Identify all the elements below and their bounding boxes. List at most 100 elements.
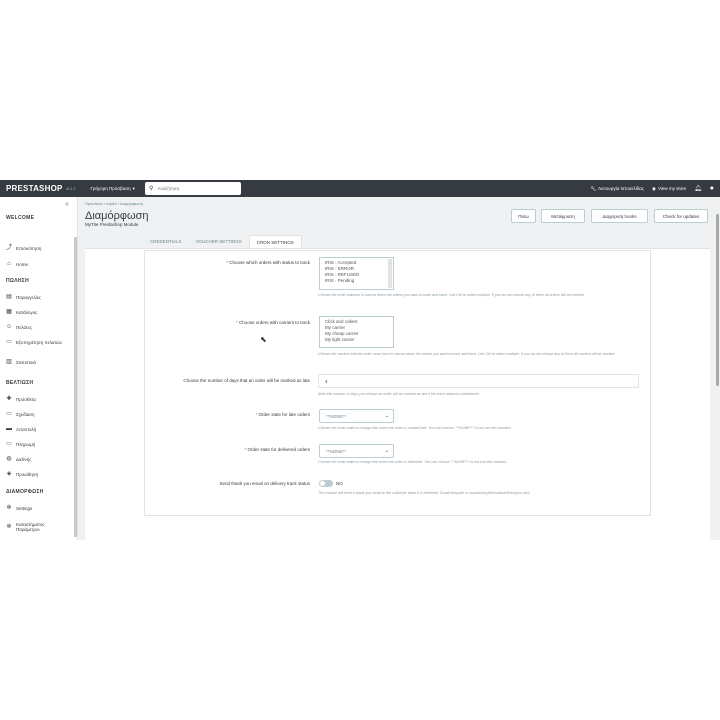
scrollbar-thumb[interactable] — [716, 214, 719, 386]
sidebar-item[interactable]: ▬ Αποστολή — [6, 426, 36, 432]
sidebar: « WELCOME ⤴ Επισκόπηση ⌂ Home ΠΩΛΗΣΗ ▤ Παραγγελ… — [0, 197, 78, 540]
page-subtitle: MyTite Prestashop Module — [85, 222, 139, 227]
delivered-state-value: **NONE** — [326, 448, 347, 454]
status-label: * Choose which orders with status to tra… — [226, 260, 310, 265]
sidebar-section-title: ΒΕΛΤΙΩΣΗ — [6, 380, 34, 386]
sidebar-item[interactable]: ◍ Διεθνής — [6, 456, 31, 462]
days-label: Choose the number of days that an order … — [183, 378, 310, 383]
trending-icon: ⤴ — [6, 244, 13, 251]
delivered-state-select[interactable]: **NONE** ⌄ — [319, 444, 394, 458]
sidebar-item-label: Αποστολή — [16, 426, 37, 432]
carriers-label: * Choose orders with carriers to track — [235, 320, 310, 325]
view-store-link[interactable]: ◉ View my store — [652, 186, 686, 192]
page-scrollbar[interactable] — [715, 197, 720, 540]
tab-credentials[interactable]: CREDENTIALS — [143, 235, 189, 248]
sidebar-item[interactable]: ✲ Settings — [6, 505, 32, 511]
carriers-multiselect[interactable]: Click and collect My carrier My cheap ca… — [319, 316, 394, 348]
sidebar-item[interactable]: ▦ Κατάλογος — [6, 309, 37, 315]
account-icon[interactable]: ● — [710, 185, 714, 192]
eye-icon: ◉ — [652, 185, 656, 191]
status-multiselect[interactable]: IRIS - Accepted IRIS - ERROR IRIS - REFU… — [319, 257, 394, 290]
late-state-help: Choose the order state to change into wh… — [318, 426, 512, 430]
breadcrumb[interactable]: Πρόσθετα / mytite / Διαμόρφωση — [85, 201, 143, 206]
late-state-label: * Order state for late orders — [255, 412, 310, 417]
status-help: Choose the order statuses to narrow down… — [318, 293, 585, 297]
quick-access-label: Γρήγορη Πρόσβαση — [90, 186, 131, 191]
quick-access-button[interactable]: Γρήγορη Πρόσβαση ▾ — [90, 186, 134, 192]
email-label: Send thank you email on delivery track s… — [219, 481, 310, 486]
tag-icon: ◈ — [6, 470, 12, 477]
manage-hooks-button[interactable]: Διαχείριση hooks — [591, 209, 648, 223]
catalog-icon: ▦ — [6, 308, 12, 315]
sidebar-item-label: Πρόσθετα — [16, 396, 36, 402]
app-frame: PRESTASHOP 8.1.7 Γρήγορη Πρόσβαση▾ ⚲ 🔧︎Λ… — [0, 180, 720, 540]
list-item[interactable]: My light carrier — [325, 337, 388, 343]
sidebar-scrollbar[interactable] — [74, 237, 77, 537]
late-state-select[interactable]: **NONE** ⌄ — [319, 409, 394, 423]
toggle-knob — [320, 481, 325, 486]
config-tabs: CREDENTIALS VOUCHER SETTINGS CRON SETTIN… — [143, 235, 302, 248]
home-icon: ⌂ — [7, 260, 11, 267]
stats-icon: ▥ — [6, 358, 12, 365]
sidebar-item-label: Settings — [16, 505, 33, 511]
top-bar: PRESTASHOP 8.1.7 Γρήγορη Πρόσβαση▾ ⚲ 🔧︎Λ… — [0, 180, 720, 197]
sidebar-item[interactable]: ⌂ Home — [6, 261, 28, 267]
days-help: After this number of days you choose an … — [318, 392, 480, 396]
sidebar-item-label: Home — [16, 261, 29, 267]
sidebar-item-label: Διεθνής — [16, 456, 32, 462]
sidebar-section-title: ΠΩΛΗΣΗ — [6, 278, 29, 284]
sidebar-item-label: Κατάλογος — [16, 309, 38, 315]
sidebar-item-label: Στατιστικά — [16, 359, 37, 365]
sidebar-item-label: Επισκόπηση — [16, 245, 42, 251]
email-help: The module will send a thank you email t… — [318, 491, 530, 495]
sidebar-item[interactable]: ▭ Εξυπηρέτηση πελατών — [6, 339, 62, 345]
sidebar-item[interactable]: ▭ Πληρωμή — [6, 441, 35, 447]
check-updates-button[interactable]: Check for updates — [654, 209, 708, 223]
sidebar-section-title: WELCOME — [6, 215, 35, 221]
sidebar-item-label: Προώθηση — [16, 471, 39, 477]
email-toggle[interactable] — [319, 480, 333, 487]
sidebar-item[interactable]: ▥ Στατιστικά — [6, 359, 36, 365]
email-toggle-label: NO — [336, 481, 343, 486]
translate-button[interactable]: Μετάφραση — [541, 209, 585, 223]
tab-cron-settings[interactable]: CRON SETTINGS — [248, 235, 302, 248]
mouse-cursor-icon: ⬉ — [260, 335, 267, 344]
caret-down-icon: ▾ — [132, 185, 135, 191]
prestashop-logo[interactable]: PRESTASHOP — [6, 184, 63, 193]
sidebar-item[interactable]: ▭ Σχεδίαση — [6, 411, 34, 417]
top-right-actions: 🔧︎ Λειτουργία Ιστοσελίδας ◉ View my store … — [590, 180, 714, 197]
sidebar-item-label: Παραγγελίες — [16, 294, 41, 300]
chevron-down-icon: ⌄ — [384, 448, 389, 454]
search-icon[interactable]: ⚲ — [149, 185, 153, 192]
version-label: 8.1.7 — [66, 186, 76, 191]
tab-voucher-settings[interactable]: VOUCHER SETTINGS — [189, 235, 249, 248]
sidebar-item[interactable]: ☺ Πελάτες — [6, 324, 32, 330]
chevron-down-icon: ⌄ — [384, 413, 389, 419]
back-button[interactable]: Πίσω — [511, 209, 536, 223]
wrench-icon: 🔧︎ — [590, 185, 597, 191]
gear-icon: ✲ — [6, 504, 12, 511]
sidebar-item-label: Πληρωμή — [16, 441, 36, 447]
maintenance-link[interactable]: 🔧︎ Λειτουργία Ιστοσελίδας — [590, 186, 644, 192]
list-item[interactable]: IRIS - Pending — [325, 278, 383, 284]
chat-icon: ▭ — [6, 338, 12, 345]
search-box: ⚲ — [145, 182, 241, 195]
delivered-state-help: Choose the order state to change into wh… — [318, 460, 508, 464]
sidebar-item[interactable]: ▤ Παραγγελίες — [6, 294, 41, 300]
search-input[interactable] — [157, 186, 238, 191]
bell-icon[interactable]: 🔔︎ — [694, 185, 702, 192]
multiselect-scrollbar[interactable] — [388, 259, 392, 288]
days-input[interactable]: 4 — [318, 374, 639, 388]
sidebar-item-label: Πελάτες — [16, 324, 32, 330]
sidebar-item[interactable]: ✲ Καταστήματος Παράμετροι — [6, 522, 68, 532]
carriers-help: Choose the carriers that the order must … — [318, 352, 616, 356]
truck-icon: ▬ — [6, 425, 12, 432]
view-store-label: View my store — [657, 186, 687, 191]
sidebar-item[interactable]: ✚ Πρόσθετα — [6, 396, 36, 402]
collapse-sidebar-icon[interactable]: « — [65, 201, 69, 208]
delivered-state-label: * Order state for delivered orders — [244, 447, 310, 452]
sidebar-item-label: Καταστήματος Παράμετροι — [16, 522, 45, 532]
sidebar-item[interactable]: ⤴ Επισκόπηση — [6, 245, 41, 251]
sidebar-item[interactable]: ◈ Προώθηση — [6, 471, 38, 477]
settings-icon: ✲ — [6, 523, 12, 530]
